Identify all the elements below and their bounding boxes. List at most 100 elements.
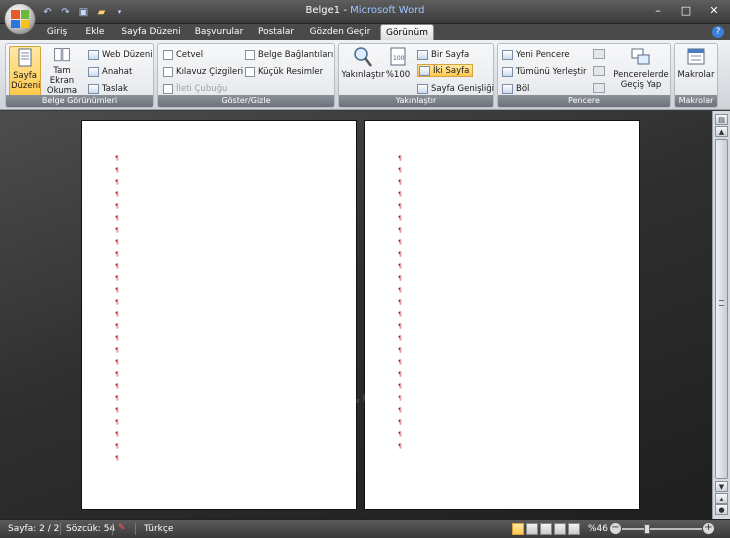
office-button[interactable] bbox=[4, 3, 36, 35]
paragraph-mark: ¶ bbox=[115, 251, 119, 258]
full-screen-reading-button[interactable]: Tam Ekran Okuma bbox=[42, 46, 82, 96]
paragraph-mark: ¶ bbox=[115, 455, 119, 462]
magnifier-icon bbox=[354, 47, 372, 67]
tab-insert[interactable]: Ekle bbox=[80, 24, 110, 40]
document-page-2[interactable]: ¶ ¶ ¶ ¶ ¶ ¶ ¶ ¶ ¶ ¶ ¶ ¶ ¶ ¶ ¶ ¶ ¶ ¶ ¶ ¶ ¶ ¶ ¶ ¶ ¶ bbox=[364, 120, 640, 510]
grip-icon bbox=[719, 300, 724, 306]
zoom-100-icon: 100 bbox=[390, 47, 406, 66]
previous-page-button[interactable]: ▴ bbox=[715, 493, 728, 504]
tab-page-layout[interactable]: Sayfa Düzeni bbox=[119, 24, 183, 40]
new-window-button[interactable]: Yeni Pencere bbox=[502, 48, 570, 61]
two-pages-button[interactable]: İki Sayfa bbox=[417, 64, 474, 77]
select-browse-object-button[interactable]: ● bbox=[715, 504, 728, 515]
paragraph-mark: ¶ bbox=[115, 167, 119, 174]
title-bar: ↶ ↷ ▣ ▰ ▾ Belge1 - Microsoft Word – □ ✕ bbox=[0, 0, 730, 24]
gridlines-checkbox[interactable]: Kılavuz Çizgileri bbox=[163, 65, 243, 78]
paragraph-mark: ¶ bbox=[115, 191, 119, 198]
word-counter[interactable]: Sözcük: 54 bbox=[66, 524, 115, 534]
switch-windows-button[interactable]: Pencerelerde Geçiş Yap bbox=[612, 46, 670, 96]
paragraph-mark: ¶ bbox=[398, 263, 402, 270]
close-button[interactable]: ✕ bbox=[704, 3, 724, 19]
view-outline-icon[interactable] bbox=[554, 523, 566, 535]
split-button[interactable]: Böl bbox=[502, 82, 529, 95]
view-web-layout-icon[interactable] bbox=[540, 523, 552, 535]
zoom-slider[interactable] bbox=[622, 524, 702, 534]
paragraph-mark: ¶ bbox=[115, 395, 119, 402]
ruler-toggle-icon[interactable]: ▤ bbox=[715, 114, 728, 125]
paragraph-mark: ¶ bbox=[115, 371, 119, 378]
new-window-icon bbox=[502, 49, 513, 60]
one-page-icon bbox=[417, 49, 428, 60]
arrange-all-button[interactable]: Tümünü Yerleştir bbox=[502, 65, 587, 78]
draft-button[interactable]: Taslak bbox=[88, 82, 128, 95]
paragraph-mark: ¶ bbox=[115, 155, 119, 162]
thumbnails-checkbox[interactable]: Küçük Resimler bbox=[245, 65, 323, 78]
app-name: Microsoft Word bbox=[350, 5, 425, 16]
paragraph-mark: ¶ bbox=[398, 239, 402, 246]
arrange-all-icon bbox=[502, 66, 513, 77]
paragraph-mark: ¶ bbox=[398, 419, 402, 426]
paragraph-mark: ¶ bbox=[115, 335, 119, 342]
view-full-screen-icon[interactable] bbox=[526, 523, 538, 535]
help-icon[interactable]: ? bbox=[712, 26, 724, 38]
paragraph-mark: ¶ bbox=[115, 431, 119, 438]
page-1-content: ¶ ¶ ¶ ¶ ¶ ¶ ¶ ¶ ¶ ¶ ¶ ¶ ¶ ¶ ¶ ¶ ¶ ¶ ¶ ¶ ¶ ¶ ¶ ¶ ¶ ¶ bbox=[115, 153, 145, 465]
paragraph-mark: ¶ bbox=[115, 227, 119, 234]
one-page-button[interactable]: Bir Sayfa bbox=[417, 48, 469, 61]
paragraph-mark: ¶ bbox=[398, 155, 402, 162]
tab-references[interactable]: Başvurular bbox=[192, 24, 246, 40]
web-layout-button[interactable]: Web Düzeni bbox=[88, 48, 153, 61]
print-layout-button[interactable]: Sayfa Düzeni bbox=[9, 46, 41, 96]
language-indicator[interactable]: Türkçe bbox=[144, 524, 173, 534]
document-area[interactable]: ¶ ¶ ¶ ¶ ¶ ¶ ¶ ¶ ¶ ¶ ¶ ¶ ¶ ¶ ¶ ¶ ¶ ¶ ¶ ¶ ¶ ¶ ¶ ¶ ¶ ¶ ¶ ¶ ¶ ¶ ¶ ¶ ¶ ¶ ¶ ¶ ¶ ¶ ¶… bbox=[0, 111, 712, 519]
zoom-in-button[interactable]: + bbox=[703, 523, 714, 534]
zoom-100-button[interactable]: 100 %100 bbox=[386, 46, 410, 96]
tab-home[interactable]: Giriş bbox=[41, 24, 73, 40]
zoom-out-button[interactable]: − bbox=[610, 523, 621, 534]
window-title: Belge1 - Microsoft Word bbox=[305, 5, 425, 16]
spelling-check-icon[interactable]: ✎ bbox=[118, 523, 126, 533]
status-bar: Sayfa: 2 / 2 Sözcük: 54 ✎ Türkçe %46 − + bbox=[0, 519, 730, 538]
paragraph-mark: ¶ bbox=[115, 263, 119, 270]
scroll-up-button[interactable]: ▲ bbox=[715, 126, 728, 137]
page-width-button[interactable]: Sayfa Genişliği bbox=[417, 82, 494, 95]
paragraph-mark: ¶ bbox=[115, 179, 119, 186]
minimize-button[interactable]: – bbox=[648, 3, 668, 19]
zoom-level[interactable]: %46 bbox=[588, 524, 608, 534]
view-print-layout-icon[interactable] bbox=[512, 523, 524, 535]
ruler-checkbox[interactable]: Cetvel bbox=[163, 48, 203, 61]
paragraph-mark: ¶ bbox=[115, 215, 119, 222]
paragraph-mark: ¶ bbox=[398, 347, 402, 354]
tab-mailings[interactable]: Postalar bbox=[254, 24, 298, 40]
group-window: Yeni Pencere Tümünü Yerleştir Böl Pencer… bbox=[497, 43, 671, 108]
document-page-1[interactable]: ¶ ¶ ¶ ¶ ¶ ¶ ¶ ¶ ¶ ¶ ¶ ¶ ¶ ¶ ¶ ¶ ¶ ¶ ¶ ¶ ¶ ¶ ¶ ¶ ¶ ¶ bbox=[81, 120, 357, 510]
paragraph-mark: ¶ bbox=[398, 359, 402, 366]
paragraph-mark: ¶ bbox=[115, 275, 119, 282]
paragraph-mark: ¶ bbox=[115, 311, 119, 318]
view-draft-icon[interactable] bbox=[568, 523, 580, 535]
reset-window-position-icon bbox=[593, 83, 605, 93]
paragraph-mark: ¶ bbox=[398, 299, 402, 306]
document-map-checkbox[interactable]: Belge Bağlantıları bbox=[245, 48, 333, 61]
tab-view[interactable]: Görünüm bbox=[380, 24, 434, 40]
macros-icon bbox=[687, 48, 705, 65]
scroll-thumb[interactable] bbox=[715, 139, 728, 479]
synchronous-scrolling-icon bbox=[593, 66, 605, 76]
zoom-button[interactable]: Yakınlaştır bbox=[341, 46, 385, 96]
paragraph-mark: ¶ bbox=[398, 311, 402, 318]
group-label-views: Belge Görünümleri bbox=[6, 95, 153, 107]
paragraph-mark: ¶ bbox=[398, 275, 402, 282]
scroll-down-button[interactable]: ▼ bbox=[715, 481, 728, 492]
office-logo-icon bbox=[11, 10, 29, 28]
page-counter[interactable]: Sayfa: 2 / 2 bbox=[8, 524, 59, 534]
group-show-hide: Cetvel Kılavuz Çizgileri İleti Çubuğu Be… bbox=[157, 43, 335, 108]
tab-review[interactable]: Gözden Geçir bbox=[308, 24, 372, 40]
paragraph-mark: ¶ bbox=[115, 299, 119, 306]
macros-button[interactable]: Makrolar bbox=[677, 46, 715, 96]
outline-button[interactable]: Anahat bbox=[88, 65, 132, 78]
zoom-slider-knob[interactable] bbox=[644, 524, 650, 534]
web-layout-icon bbox=[88, 49, 99, 60]
vertical-scrollbar[interactable]: ▤ ▲ ▼ ▴ ● bbox=[712, 111, 730, 519]
paragraph-mark: ¶ bbox=[398, 215, 402, 222]
maximize-button[interactable]: □ bbox=[676, 3, 696, 19]
